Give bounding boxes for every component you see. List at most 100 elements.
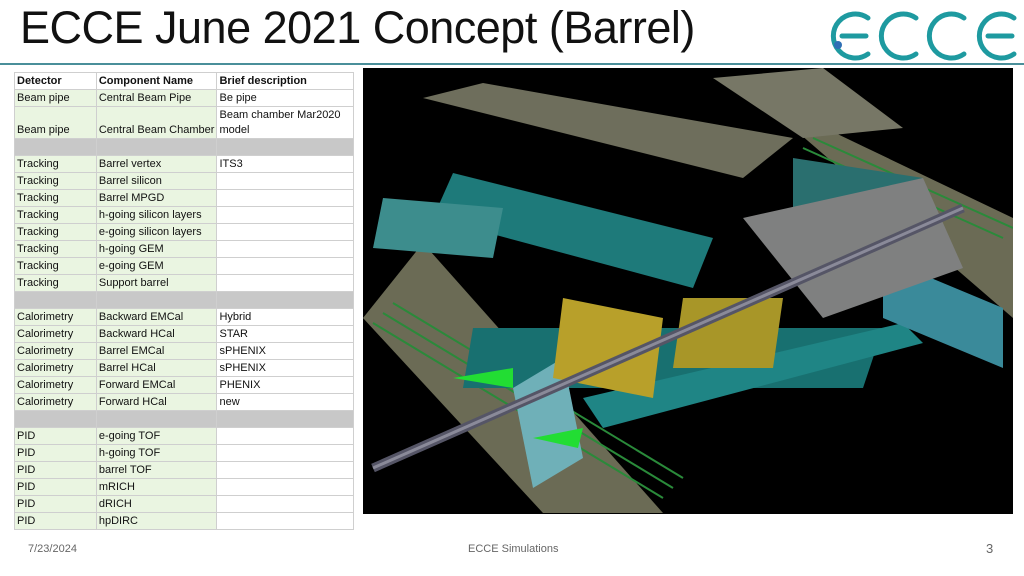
cell-desc: ITS3 xyxy=(216,155,354,173)
cell-detector: Tracking xyxy=(14,223,97,241)
table-row: Calorimetry Forward HCal new xyxy=(14,393,354,411)
cell-component: e-going silicon layers xyxy=(95,223,218,241)
table-row: Tracking Barrel vertex ITS3 xyxy=(14,155,354,173)
cell-desc xyxy=(216,172,354,190)
cell-desc xyxy=(216,512,354,530)
cell-component: mRICH xyxy=(95,478,218,496)
cell-component: Support barrel xyxy=(95,274,218,292)
footer-date: 7/23/2024 xyxy=(28,543,77,555)
ecce-logo xyxy=(830,11,1017,61)
cell-component: Central Beam Chamber xyxy=(95,106,218,139)
cell-detector: PID xyxy=(14,495,97,513)
header-description: Brief description xyxy=(216,72,354,90)
cell-desc: Hybrid xyxy=(216,308,354,326)
table-separator-row xyxy=(14,410,354,428)
cell-detector: PID xyxy=(14,512,97,530)
cell-detector: Beam pipe xyxy=(14,89,97,107)
cell-component: e-going TOF xyxy=(95,427,218,445)
cell-component: hpDIRC xyxy=(95,512,218,530)
component-table: Detector Component Name Brief descriptio… xyxy=(14,72,354,530)
cell-component: Barrel HCal xyxy=(95,359,218,377)
cell-desc xyxy=(216,257,354,275)
table-separator-row xyxy=(14,138,354,156)
table-row: Beam pipe Central Beam Chamber Beam chambe… xyxy=(14,106,354,139)
table-row: PID hpDIRC xyxy=(14,512,354,530)
cell-detector: Calorimetry xyxy=(14,325,97,343)
cell-detector: Tracking xyxy=(14,172,97,190)
cell-desc: Be pipe xyxy=(216,89,354,107)
table-row: Calorimetry Barrel HCal sPHENIX xyxy=(14,359,354,377)
separator-cell xyxy=(216,138,354,156)
table-row: Tracking Barrel MPGD xyxy=(14,189,354,207)
cell-component: Barrel silicon xyxy=(95,172,218,190)
separator-cell xyxy=(14,138,97,156)
cell-desc: STAR xyxy=(216,325,354,343)
cell-desc xyxy=(216,206,354,224)
cell-desc: PHENIX xyxy=(216,376,354,394)
separator-cell xyxy=(14,291,97,309)
table-row: Tracking e-going silicon layers xyxy=(14,223,354,241)
table-row: PID e-going TOF xyxy=(14,427,354,445)
table-row: Beam pipe Central Beam Pipe Be pipe xyxy=(14,89,354,107)
table-separator-row xyxy=(14,291,354,309)
cell-desc xyxy=(216,223,354,241)
cell-detector: PID xyxy=(14,461,97,479)
table-row: Calorimetry Barrel EMCal sPHENIX xyxy=(14,342,354,360)
cell-desc: new xyxy=(216,393,354,411)
title-divider xyxy=(0,63,1024,65)
cell-component: dRICH xyxy=(95,495,218,513)
cell-detector: PID xyxy=(14,444,97,462)
cell-component: Barrel EMCal xyxy=(95,342,218,360)
cell-detector: Calorimetry xyxy=(14,359,97,377)
cell-component: Central Beam Pipe xyxy=(95,89,218,107)
separator-cell xyxy=(95,138,218,156)
cell-detector: Calorimetry xyxy=(14,393,97,411)
cell-component: e-going GEM xyxy=(95,257,218,275)
separator-cell xyxy=(216,410,354,428)
cell-desc xyxy=(216,444,354,462)
cell-desc: sPHENIX xyxy=(216,342,354,360)
cell-detector: Calorimetry xyxy=(14,342,97,360)
cell-desc: Beam chamber Mar2020 model xyxy=(216,106,354,139)
header-detector: Detector xyxy=(14,72,97,90)
cell-desc: sPHENIX xyxy=(216,359,354,377)
cell-component: h-going silicon layers xyxy=(95,206,218,224)
cell-component: Barrel vertex xyxy=(95,155,218,173)
cell-component: barrel TOF xyxy=(95,461,218,479)
cell-desc xyxy=(216,240,354,258)
cell-detector: PID xyxy=(14,478,97,496)
cell-component: Backward HCal xyxy=(95,325,218,343)
footer-title: ECCE Simulations xyxy=(468,543,559,555)
table-row: PID mRICH xyxy=(14,478,354,496)
cell-component: Forward EMCal xyxy=(95,376,218,394)
cell-desc xyxy=(216,478,354,496)
separator-cell xyxy=(14,410,97,428)
cell-component: h-going TOF xyxy=(95,444,218,462)
table-row: Tracking e-going GEM xyxy=(14,257,354,275)
cell-component: h-going GEM xyxy=(95,240,218,258)
cell-detector: Tracking xyxy=(14,240,97,258)
cell-detector: Beam pipe xyxy=(14,106,97,139)
cell-component: Backward EMCal xyxy=(95,308,218,326)
table-row: Tracking Barrel silicon xyxy=(14,172,354,190)
slide-title: ECCE June 2021 Concept (Barrel) xyxy=(20,2,695,53)
cell-detector: Tracking xyxy=(14,189,97,207)
table-row: Tracking Support barrel xyxy=(14,274,354,292)
cell-detector: Tracking xyxy=(14,206,97,224)
cell-detector: PID xyxy=(14,427,97,445)
separator-cell xyxy=(216,291,354,309)
table-row: PID dRICH xyxy=(14,495,354,513)
cell-detector: Tracking xyxy=(14,274,97,292)
cell-desc xyxy=(216,427,354,445)
table-row: Calorimetry Forward EMCal PHENIX xyxy=(14,376,354,394)
cell-desc xyxy=(216,189,354,207)
cell-desc xyxy=(216,495,354,513)
page-number: 3 xyxy=(986,541,994,556)
cell-detector: Calorimetry xyxy=(14,308,97,326)
table-row: PID barrel TOF xyxy=(14,461,354,479)
detector-3d-render xyxy=(363,68,1013,514)
table-header-row: Detector Component Name Brief descriptio… xyxy=(14,72,354,90)
cell-detector: Tracking xyxy=(14,155,97,173)
cell-detector: Tracking xyxy=(14,257,97,275)
table-row: Calorimetry Backward EMCal Hybrid xyxy=(14,308,354,326)
